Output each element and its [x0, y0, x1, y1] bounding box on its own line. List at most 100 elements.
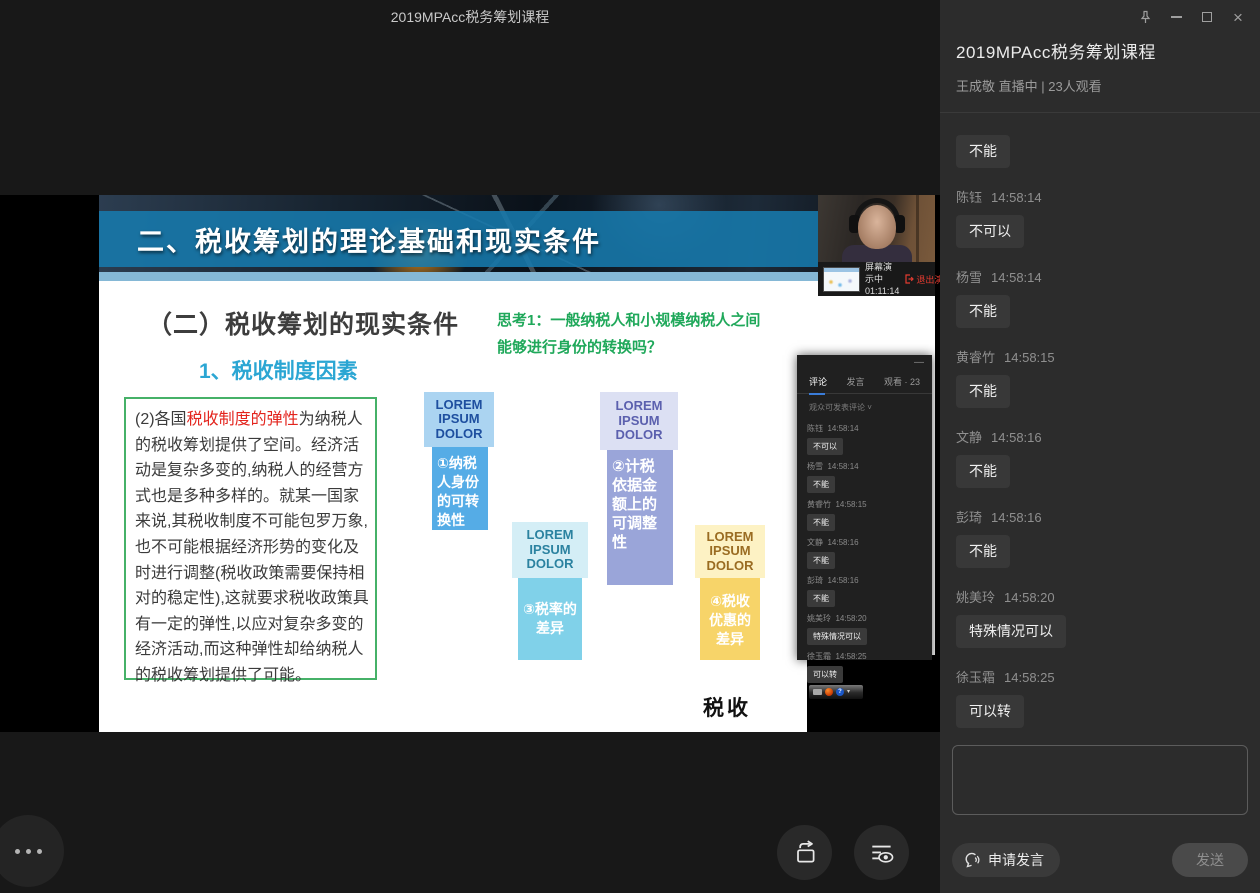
chat-message: 姚美玲14:58:20 特殊情况可以	[956, 587, 1244, 648]
chat-message: 徐玉霜14:58:25 可以转	[956, 667, 1244, 728]
message-bubble: 不能	[956, 295, 1010, 328]
more-icon	[15, 849, 20, 854]
mini-msg-bubble: 不能	[807, 514, 835, 531]
diagram-box4-header: LOREM IPSUM DOLOR	[695, 525, 765, 578]
close-button[interactable]: ×	[1230, 9, 1246, 25]
speak-icon	[962, 850, 982, 870]
slide-banner-title: 二、税收筹划的理论基础和现实条件	[137, 220, 601, 259]
maximize-button[interactable]	[1199, 9, 1215, 25]
orange-app-icon	[825, 688, 833, 696]
mini-chat-message: 杨雪 14:58:14 不能	[807, 461, 922, 493]
mini-msg-bubble: 特殊情况可以	[807, 628, 867, 645]
message-bubble: 特殊情况可以	[956, 615, 1066, 648]
screen-share-video: 二、税收筹划的理论基础和现实条件 （二）税收筹划的现实条件 思考1：一般纳税人和…	[0, 195, 940, 732]
slide-banner-band: 二、税收筹划的理论基础和现实条件	[99, 211, 935, 267]
slide-section-title: （二）税收筹划的现实条件	[147, 305, 459, 341]
message-time: 14:58:20	[1004, 590, 1055, 605]
mini-tab-speak[interactable]: 发言	[846, 375, 864, 388]
chat-message-list: 不能 陈钰14:58:14 不可以 杨雪 14:58:14 不能 黄睿竹14:58…	[956, 113, 1244, 743]
screen-share-status-bar: 屏幕演示中 01:11:14 退出演示	[818, 262, 935, 296]
thinking-question: 思考1：一般纳税人和小规模纳税人之间 能够进行身份的转换吗？	[497, 307, 832, 361]
stage-title: 2019MPAcc税务筹划课程	[0, 7, 940, 27]
diagram-box1-label: ①纳税人身份的可转换性	[432, 447, 488, 530]
mini-tab-comments[interactable]: 评论	[809, 375, 827, 388]
message-sender: 徐玉霜	[956, 670, 995, 685]
message-sender: 彭琦	[956, 510, 982, 525]
mini-msg-name: 文静	[807, 538, 823, 547]
mini-tab-viewers[interactable]: 观看 · 23	[884, 375, 920, 388]
course-title: 2019MPAcc税务筹划课程	[956, 38, 1156, 63]
mini-msg-time: 14:58:14	[827, 424, 858, 433]
switch-view-icon	[791, 839, 819, 867]
message-bubble: 不能	[956, 375, 1010, 408]
mini-msg-time: 14:58:15	[835, 500, 866, 509]
chat-message: 黄睿竹14:58:15 不能	[956, 347, 1244, 408]
more-options-button[interactable]	[0, 815, 64, 887]
request-speak-label: 申请发言	[988, 850, 1044, 870]
pin-button[interactable]	[1137, 9, 1153, 25]
mini-msg-name: 杨雪	[807, 462, 823, 471]
mini-msg-time: 14:58:16	[827, 538, 858, 547]
thinking-question-line1: 思考1：一般纳税人和小规模纳税人之间	[497, 307, 832, 334]
mini-msg-name: 姚美玲	[807, 614, 831, 623]
mini-chat-message: 陈钰 14:58:14 不可以	[807, 423, 922, 455]
diagram-box2-label: ②计税依据金额上的可调整性	[607, 450, 673, 585]
shared-screen-thumbnail[interactable]	[823, 267, 860, 292]
mini-chat-list: 陈钰 14:58:14 不可以 杨雪 14:58:14 不能 黄睿竹 14:58…	[797, 423, 932, 683]
message-time: 14:58:14	[991, 270, 1042, 285]
pin-icon	[1138, 10, 1153, 25]
mini-chat-minimize-button[interactable]: —	[914, 357, 924, 368]
webcam-background	[916, 195, 919, 262]
message-time: 14:58:16	[991, 430, 1042, 445]
request-speak-button[interactable]: 申请发言	[952, 843, 1060, 877]
message-sender: 陈钰	[956, 190, 982, 205]
diagram-box1-header: LOREM IPSUM DOLOR	[424, 392, 494, 447]
live-course-app: 2019MPAcc税务筹划课程 二、税收筹划的理论基础和现实条件 （二）税收筹划…	[0, 0, 1260, 893]
send-button[interactable]: 发送	[1172, 843, 1248, 877]
mini-msg-time: 14:58:20	[835, 614, 866, 623]
chat-message: 陈钰14:58:14 不可以	[956, 187, 1244, 248]
mini-msg-bubble: 不能	[807, 552, 835, 569]
screen-share-status: 屏幕演示中	[865, 261, 899, 285]
message-bubble: 不能	[956, 535, 1010, 568]
mini-msg-name: 彭琦	[807, 576, 823, 585]
message-time: 14:58:16	[991, 510, 1042, 525]
diagram-box2-header: LOREM IPSUM DOLOR	[600, 392, 678, 450]
mini-msg-bubble: 不可以	[807, 438, 843, 455]
minimize-icon	[1171, 16, 1182, 18]
chat-message: 杨雪 14:58:14 不能	[956, 267, 1244, 328]
mini-chat-message: 黄睿竹 14:58:15 不能	[807, 499, 922, 531]
floating-mini-toolbar[interactable]: ? ▾	[809, 685, 863, 699]
help-icon: ?	[836, 688, 844, 696]
list-eye-icon	[868, 839, 896, 867]
mini-msg-name: 陈钰	[807, 424, 823, 433]
mini-msg-name: 徐玉霜	[807, 652, 831, 661]
viewer-list-button[interactable]	[854, 825, 909, 880]
message-bubble: 不能	[956, 135, 1010, 168]
minimize-button[interactable]	[1168, 9, 1184, 25]
thinking-question-line2: 能够进行身份的转换吗？	[497, 334, 832, 361]
message-time: 14:58:15	[1004, 350, 1055, 365]
message-sender: 文静	[956, 430, 982, 445]
diagram-box3-label: ③税率的差异	[518, 578, 582, 660]
mini-chat-message: 姚美玲 14:58:20 特殊情况可以	[807, 613, 922, 645]
mini-chat-notice[interactable]: 观众可发表评论 ˅	[797, 394, 932, 417]
chat-message: 彭琦 14:58:16 不能	[956, 507, 1244, 568]
mini-msg-time: 14:58:25	[835, 652, 866, 661]
message-bubble: 不能	[956, 455, 1010, 488]
message-sender: 杨雪	[956, 270, 982, 285]
mini-msg-bubble: 不能	[807, 476, 835, 493]
diagram-box3-header: LOREM IPSUM DOLOR	[512, 522, 588, 578]
mini-chat-message: 徐玉霜 14:58:25 可以转	[807, 651, 922, 683]
chat-sidebar: × 2019MPAcc税务筹划课程 王成敬 直播中 | 23人观看 不能 陈钰1…	[940, 0, 1260, 893]
mini-msg-time: 14:58:16	[827, 576, 858, 585]
teacher-webcam-thumbnail[interactable]	[818, 195, 935, 262]
switch-view-button[interactable]	[777, 825, 832, 880]
screen-share-timer: 01:11:14	[865, 285, 899, 297]
paragraph-rest: 为纳税人的税收筹划提供了空间。经济活动是复杂多变的,纳税人的经营方式也是多种多样…	[135, 411, 369, 684]
paragraph-prefix: (2)各国	[135, 411, 187, 428]
mini-chat-message: 彭琦 14:58:16 不能	[807, 575, 922, 607]
chat-input[interactable]	[952, 745, 1248, 815]
slide-footer-label: 税收	[703, 692, 751, 722]
diagram-box4-label: ④税收优惠的差异	[700, 578, 760, 660]
